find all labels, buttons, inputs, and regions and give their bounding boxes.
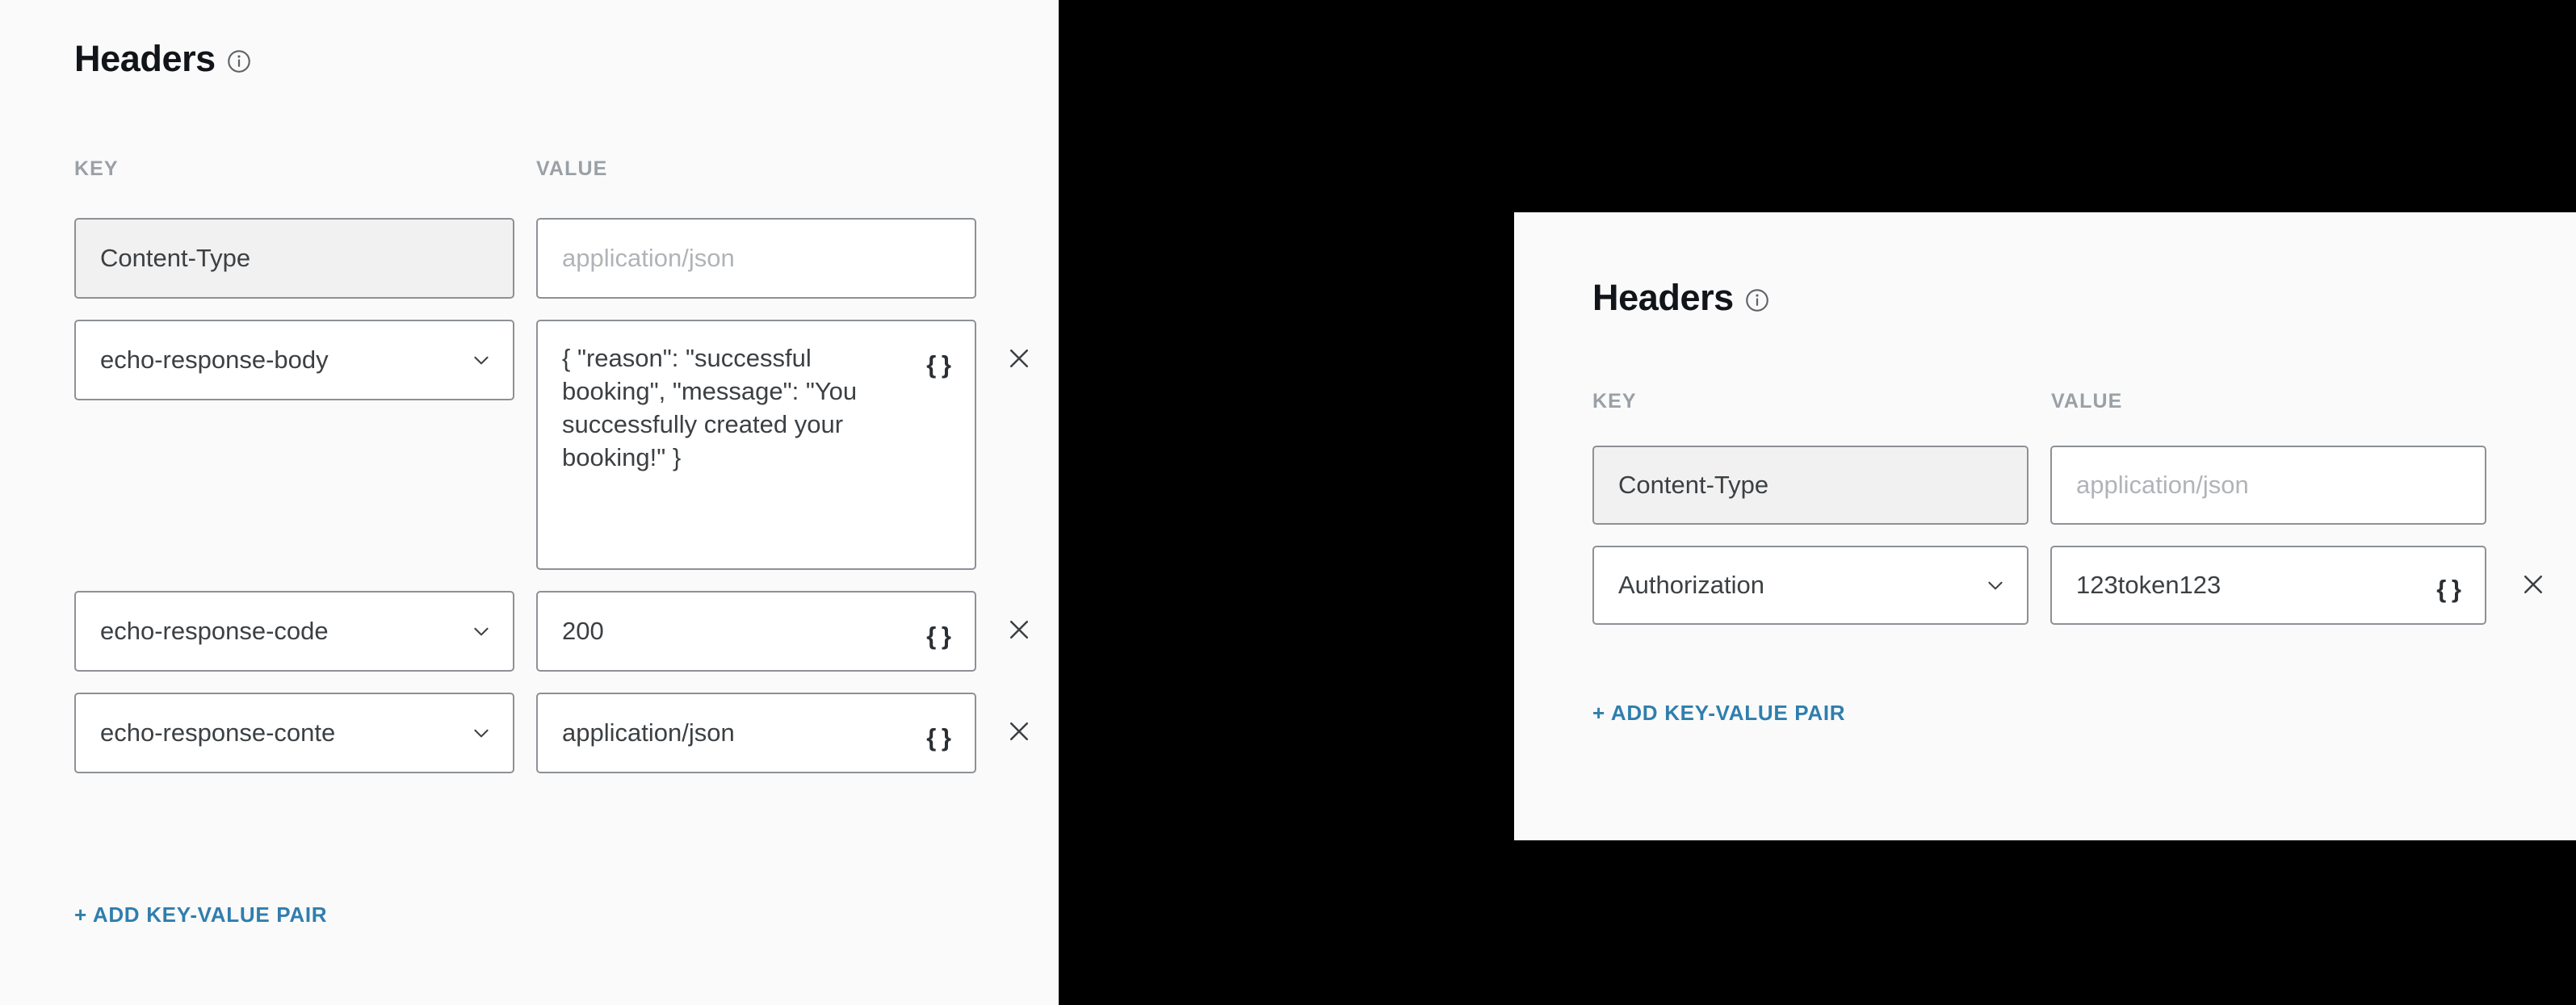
key-input-content-type[interactable]: Content-Type [74, 218, 514, 299]
table-row: Authorization 123token123 { } [1592, 546, 2543, 625]
table-row: Content-Type application/json [74, 218, 976, 299]
json-braces-badge[interactable]: { } [2436, 576, 2461, 601]
key-input-value: Content-Type [1618, 470, 1769, 499]
table-row: echo-response-code 200 { } [74, 591, 1029, 672]
remove-row-button[interactable] [2517, 568, 2549, 601]
close-icon [1005, 717, 1034, 746]
json-braces-badge[interactable]: { } [926, 623, 951, 648]
chevron-down-icon [471, 621, 492, 642]
key-select-value: echo-response-body [100, 345, 329, 374]
table-row: Content-Type application/json [1592, 446, 2486, 525]
chevron-down-icon [471, 722, 492, 743]
value-input-content-type[interactable]: application/json [2050, 446, 2486, 525]
close-icon [1005, 344, 1034, 373]
table-row: echo-response-body { "reason": "successf… [74, 320, 1029, 570]
column-labels: KEY VALUE [1592, 392, 2529, 416]
column-label-value: VALUE [2051, 390, 2123, 412]
value-input-placeholder: application/json [2076, 470, 2249, 499]
info-circle-icon[interactable] [227, 49, 251, 73]
headers-panel-right: Headers KEY VALUE Content-Type applicati… [1514, 212, 2576, 840]
key-value-rows: Content-Type application/json echo-respo… [74, 218, 1029, 794]
chevron-down-icon [1985, 575, 2006, 596]
page-title: Headers [1592, 277, 1734, 318]
value-input-value: application/json [562, 718, 735, 747]
key-select-echo-response-code[interactable]: echo-response-code [74, 591, 514, 672]
json-braces-badge[interactable]: { } [926, 725, 951, 750]
key-input-value: Content-Type [100, 243, 251, 272]
key-select-echo-response-body[interactable]: echo-response-body [74, 320, 514, 400]
value-textarea-value: { "reason": "successful booking", "messa… [562, 344, 858, 471]
value-textarea-echo-response-body[interactable]: { "reason": "successful booking", "messa… [536, 320, 976, 570]
value-input-content-type[interactable]: application/json [536, 218, 976, 299]
section-header: Headers [74, 40, 251, 77]
key-select-echo-response-content-type[interactable]: echo-response-conte [74, 693, 514, 773]
value-input-value: 123token123 [2076, 570, 2221, 599]
value-input-authorization[interactable]: 123token123 { } [2050, 546, 2486, 625]
value-input-value: 200 [562, 616, 604, 645]
info-circle-icon[interactable] [1745, 288, 1769, 312]
remove-row-button[interactable] [1003, 613, 1035, 646]
value-input-echo-response-content-type[interactable]: application/json { } [536, 693, 976, 773]
key-select-value: echo-response-code [100, 616, 329, 645]
remove-row-button[interactable] [1003, 715, 1035, 747]
column-label-value: VALUE [536, 157, 608, 180]
json-braces-badge[interactable]: { } [926, 352, 951, 377]
add-key-value-pair-button[interactable]: + ADD KEY-VALUE PAIR [74, 904, 327, 925]
key-input-content-type[interactable]: Content-Type [1592, 446, 2028, 525]
table-row: echo-response-conte application/json { } [74, 693, 1029, 773]
close-icon [2519, 570, 2548, 599]
chevron-down-icon [471, 350, 492, 371]
column-label-key: KEY [74, 157, 119, 180]
column-labels: KEY VALUE [74, 159, 1011, 183]
close-icon [1005, 615, 1034, 644]
section-header: Headers [1592, 279, 1769, 316]
key-select-value: Authorization [1618, 570, 1764, 599]
add-key-value-pair-button[interactable]: + ADD KEY-VALUE PAIR [1592, 702, 1845, 723]
key-value-rows: Content-Type application/json Authorizat… [1592, 446, 2543, 646]
headers-panel-left: Headers KEY VALUE Content-Type applicati… [0, 0, 1059, 1005]
column-label-key: KEY [1592, 390, 1637, 412]
value-input-echo-response-code[interactable]: 200 { } [536, 591, 976, 672]
key-select-value: echo-response-conte [100, 718, 336, 747]
page-title: Headers [74, 38, 216, 79]
remove-row-button[interactable] [1003, 342, 1035, 375]
value-input-placeholder: application/json [562, 243, 735, 272]
key-select-authorization[interactable]: Authorization [1592, 546, 2028, 625]
